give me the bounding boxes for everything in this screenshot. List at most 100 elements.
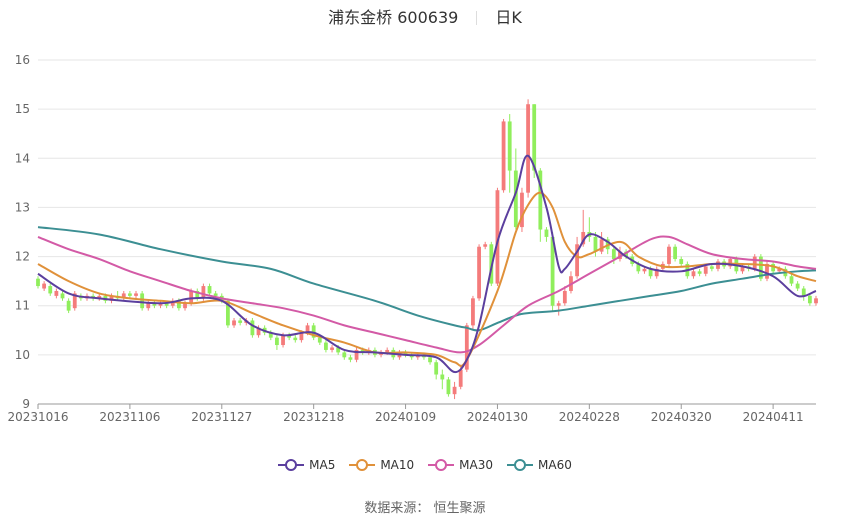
candle [440, 369, 445, 390]
candle-body [477, 246, 481, 299]
candlestick-chart: 9 10 11 12 13 14 15 16 20231016 20231106 20231127… [7, 53, 818, 424]
x-tick-label: 20240320 [651, 410, 712, 424]
candle [238, 318, 243, 326]
candle [556, 300, 561, 316]
candle-body [66, 300, 71, 311]
candle-body [562, 290, 567, 304]
candle-body [703, 266, 708, 274]
legend-item-ma10[interactable]: MA10 [349, 458, 414, 472]
candle [716, 259, 720, 272]
candle-body [42, 283, 47, 289]
x-tick-label: 20231016 [7, 410, 68, 424]
candle [654, 266, 659, 279]
candle [152, 300, 157, 309]
x-tick-label: 20231127 [191, 410, 252, 424]
candle-body [317, 337, 322, 343]
candle-body [201, 286, 206, 299]
legend-label-ma10: MA10 [380, 458, 415, 472]
candle-body [458, 369, 463, 387]
candle-body [428, 357, 432, 363]
candle [814, 295, 818, 306]
candle-body [501, 121, 506, 191]
candle [287, 332, 292, 341]
candle-body [440, 374, 445, 380]
candle-body [709, 266, 714, 269]
candle [667, 244, 671, 267]
candle-body [532, 104, 537, 171]
candle [72, 290, 77, 311]
data-source: 数据来源： 恒生聚源 [364, 501, 486, 516]
candle [464, 322, 469, 373]
candle [134, 290, 138, 299]
candle [599, 232, 604, 255]
candle-body [213, 293, 218, 296]
candle-body [679, 259, 684, 264]
candle-body [293, 337, 298, 341]
legend-item-ma5[interactable]: MA5 [278, 458, 335, 472]
y-tick-label: 14 [15, 151, 30, 165]
x-tick-label: 20240228 [559, 410, 620, 424]
y-axis: 9 10 11 12 13 14 15 16 [15, 53, 30, 411]
candle [691, 268, 696, 279]
candle [54, 288, 59, 299]
candle [471, 295, 475, 331]
candle-body [134, 293, 138, 296]
candle-body [207, 286, 212, 294]
candle-body [36, 278, 40, 287]
legend: MA5 MA10 MA30 MA60 [0, 458, 850, 472]
x-tick-label: 20231106 [99, 410, 160, 424]
candle-body [483, 244, 488, 247]
candle [452, 381, 457, 400]
x-axis: 20231016 20231106 20231127 20231218 20240109… [7, 403, 816, 424]
candle-body [452, 386, 457, 395]
candle-body [232, 320, 236, 326]
y-tick-label: 13 [15, 200, 30, 214]
candle [434, 359, 439, 380]
candle-body [716, 261, 720, 269]
legend-label-ma5: MA5 [309, 458, 336, 472]
candle-body [330, 347, 334, 350]
x-tick-label: 20240109 [375, 410, 436, 424]
legend-item-ma60[interactable]: MA60 [507, 458, 572, 472]
candle [232, 318, 236, 328]
candle-body [507, 121, 512, 171]
legend-item-ma30[interactable]: MA30 [428, 458, 493, 472]
candle [526, 99, 530, 198]
ma-lines [37, 154, 817, 374]
candle-body [697, 271, 702, 274]
candle-body [752, 256, 757, 269]
candle-body [795, 283, 800, 289]
ma30-legend-icon [428, 459, 455, 471]
y-tick-label: 16 [15, 53, 30, 67]
candle [342, 349, 347, 360]
candle-body [189, 290, 194, 304]
candle [354, 347, 359, 363]
candle-body [127, 293, 132, 296]
y-gridlines [38, 59, 816, 405]
candle-body [275, 337, 279, 346]
ma60-legend-icon [507, 459, 534, 471]
candle [36, 276, 40, 289]
candle [293, 335, 298, 343]
candle [483, 241, 488, 250]
candle [348, 354, 353, 363]
candle [789, 273, 794, 287]
candle [207, 283, 212, 296]
candle-body [593, 236, 598, 252]
candle-body [48, 286, 53, 294]
candle-body [54, 290, 59, 296]
candle-body [807, 295, 812, 304]
candle [501, 118, 506, 193]
ma30-line [37, 235, 817, 354]
candle [60, 290, 65, 301]
candle [121, 290, 126, 301]
ma10-legend-icon [349, 459, 376, 471]
candle-body [789, 276, 794, 284]
y-tick-label: 11 [15, 299, 30, 313]
ma5-line [37, 154, 817, 374]
candle [275, 335, 279, 350]
candle [587, 217, 592, 242]
candle-body [667, 246, 671, 264]
candle [795, 281, 800, 291]
candle-body [446, 379, 451, 395]
